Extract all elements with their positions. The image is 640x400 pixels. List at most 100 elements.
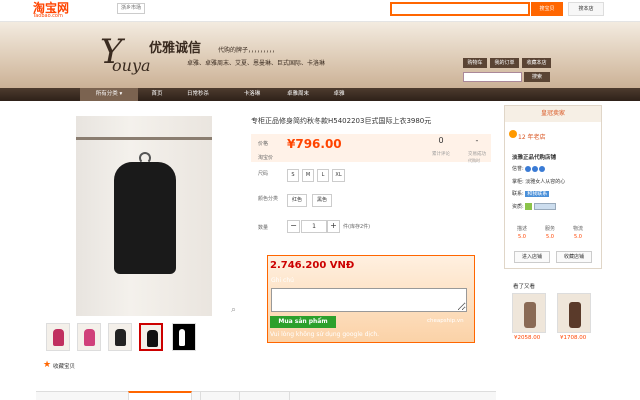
tab-3[interactable] <box>250 391 290 400</box>
contact-row: 联系: 和我联系 <box>512 190 550 197</box>
thumbnail-1[interactable] <box>46 323 70 351</box>
sales-hint: 代购时 <box>468 158 480 163</box>
shop-age: 12 年老店 <box>518 134 546 141</box>
my-orders-button[interactable]: 我的订单 <box>490 58 519 68</box>
note-label: Ghi chú <box>271 277 294 284</box>
product-title: 专柜正品修身简约秋冬款H5402203巨式国际上衣3980元 <box>251 117 432 125</box>
qualification-label: 资质: <box>512 204 524 210</box>
chevron-down-icon: ▾ <box>119 91 123 97</box>
score-label-desc: 描述 <box>516 226 527 232</box>
thumbnail-2[interactable] <box>77 323 101 351</box>
thumbnail-5[interactable] <box>172 323 196 351</box>
thumbnail-image <box>147 330 158 347</box>
thumbnail-image <box>179 329 185 346</box>
size-option-l[interactable]: L <box>317 169 329 182</box>
qualification-icon <box>525 203 533 210</box>
qualification-badge-icon <box>533 203 556 210</box>
brand-slogan: 代购的牌子，，，，，，，，， <box>218 47 279 54</box>
thumbnail-image <box>53 329 64 346</box>
store-search-input[interactable] <box>463 72 522 82</box>
score-label-logistics: 物流 <box>572 226 583 232</box>
color-option-red[interactable]: 红色 <box>287 194 307 207</box>
favorite-store-button[interactable]: 收藏本店 <box>522 58 551 68</box>
taobao-price-label: 淘宝价 <box>258 155 274 161</box>
seller-heading: 皇冠卖家 <box>505 106 601 122</box>
sales-count: - <box>475 136 479 145</box>
viewed-item-price-2: ¥1708.00 <box>560 335 587 341</box>
brand-script-logo-rest: ouya <box>112 56 151 75</box>
price-label: 价格 <box>258 141 269 147</box>
cheapship-brand: cheapship.vn <box>427 318 464 324</box>
store-search-button[interactable]: 搜索 <box>524 72 550 82</box>
owner-row: 掌柜: 淡雅女人从容的心 <box>512 178 565 185</box>
product-price: ¥796.00 <box>287 137 342 151</box>
score-value-logistics: 5.0 <box>574 234 582 240</box>
thumbnail-3[interactable] <box>108 323 132 351</box>
nav-daily-deals[interactable]: 日常秒杀 <box>176 88 220 101</box>
crown-icon <box>532 165 539 172</box>
zoom-icon[interactable]: ⌕ <box>231 305 236 315</box>
translation-warning: Vui lòng không sử dụng google dịch. <box>270 331 380 338</box>
size-option-xl[interactable]: XL <box>332 169 345 182</box>
color-option-black[interactable]: 黑色 <box>312 194 332 207</box>
viewed-item-image-2[interactable] <box>557 293 591 333</box>
tab-2[interactable] <box>200 391 240 400</box>
crown-icon <box>525 165 532 172</box>
shop-age-icon <box>509 130 517 138</box>
cheapship-price-vnd: 2.746.200 VNĐ <box>270 260 355 271</box>
favorite-store-link[interactable]: 收藏店铺 <box>556 251 592 263</box>
size-label: 尺码 <box>258 171 269 177</box>
stock-info: 件(库存2件) <box>343 224 371 230</box>
owner-name[interactable]: 淡雅女人从容的心 <box>525 179 565 185</box>
favorite-item-link[interactable]: 收藏宝贝 <box>53 362 75 370</box>
nav-label: 所有分类 <box>95 91 118 97</box>
brand-tags: 卓雅、卓雅周末、艾夏、恩曼琳、巨式国际、卡洛琳 <box>187 60 326 67</box>
size-option-m[interactable]: M <box>302 169 314 182</box>
thumbnail-image <box>84 329 95 346</box>
sales-label: 交易成功 <box>468 152 486 157</box>
crown-icon <box>539 165 546 172</box>
search-store-button[interactable]: 搜本店 <box>568 2 604 16</box>
quantity-increment-button[interactable]: + <box>327 220 340 233</box>
nav-zhuoya[interactable]: 卓雅 <box>324 88 354 101</box>
tab-active[interactable] <box>128 391 192 400</box>
star-icon[interactable]: ★ <box>43 361 51 370</box>
score-value-service: 5.0 <box>546 234 554 240</box>
thumbnail-4-selected[interactable] <box>139 323 163 351</box>
qualification-row: 资质: <box>512 203 556 210</box>
score-value-desc: 5.0 <box>518 234 526 240</box>
note-input[interactable] <box>271 288 467 312</box>
clothes-rack <box>76 137 212 140</box>
quantity-label: 数量 <box>258 225 269 231</box>
enter-store-button[interactable]: 进入店铺 <box>514 251 550 263</box>
seller-shop-name[interactable]: 淡雅正品代购店铺 <box>512 153 556 161</box>
credit-row: 信誉: <box>512 165 546 172</box>
viewed-also-label: 看了又看 <box>513 284 536 290</box>
size-option-s[interactable]: S <box>287 169 299 182</box>
viewed-item-price-1: ¥2058.00 <box>514 335 541 341</box>
black-coat <box>114 162 176 274</box>
chat-button[interactable]: 和我联系 <box>525 191 550 197</box>
nav-caroline[interactable]: 卡洛琳 <box>232 88 272 101</box>
credit-label: 信誉: <box>512 166 524 172</box>
buy-product-button[interactable]: Mua sản phẩm <box>270 316 336 328</box>
score-label-service: 服务 <box>544 226 555 232</box>
cart-button[interactable]: 购物车 <box>463 58 487 68</box>
nav-all-categories[interactable]: 所有分类 ▾ <box>80 88 138 101</box>
contact-label: 联系: <box>512 191 524 197</box>
region-selector[interactable]: 浙乡市场 <box>117 3 146 14</box>
quantity-input[interactable]: 1 <box>301 220 327 233</box>
review-count[interactable]: 0 <box>425 136 457 145</box>
coat-thumbnail <box>569 302 581 328</box>
nav-zhuoya-weekend[interactable]: 卓雅周末 <box>276 88 320 101</box>
nav-home[interactable]: 首页 <box>142 88 172 101</box>
search-button[interactable]: 搜宝贝 <box>531 2 563 16</box>
thumbnail-image <box>115 329 126 346</box>
owner-label: 掌柜: <box>512 179 524 185</box>
color-label: 颜色分类 <box>258 196 279 202</box>
viewed-item-image-1[interactable] <box>512 293 546 333</box>
review-label: 累计评论 <box>432 152 450 157</box>
search-input[interactable] <box>390 2 530 16</box>
quantity-decrement-button[interactable]: − <box>287 220 300 233</box>
coat-thumbnail <box>524 302 536 328</box>
